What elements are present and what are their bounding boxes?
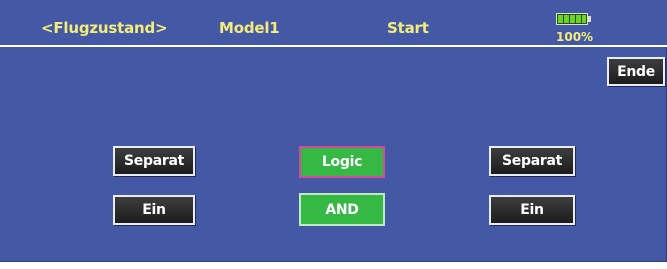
page-title: Start	[387, 19, 429, 37]
end-button[interactable]: Ende	[607, 57, 665, 86]
battery-tip	[588, 16, 591, 22]
header-bar: <Flugzustand> Model1 Start 100%	[0, 0, 667, 47]
battery-icon	[556, 13, 593, 27]
left-state-button[interactable]: Ein	[113, 195, 195, 225]
transmitter-screen: <Flugzustand> Model1 Start 100% Ende Sep…	[0, 0, 667, 262]
logic-operator-button[interactable]: AND	[299, 193, 385, 226]
model-name: Model1	[219, 19, 280, 37]
battery-fill	[558, 15, 586, 23]
logic-button[interactable]: Logic	[299, 146, 385, 178]
battery-body	[556, 13, 588, 25]
battery-percent: 100%	[556, 30, 594, 44]
right-state-button[interactable]: Ein	[489, 195, 575, 225]
flight-condition-selector[interactable]: <Flugzustand>	[41, 19, 168, 37]
left-mode-button[interactable]: Separat	[113, 146, 195, 176]
right-mode-button[interactable]: Separat	[489, 146, 575, 176]
